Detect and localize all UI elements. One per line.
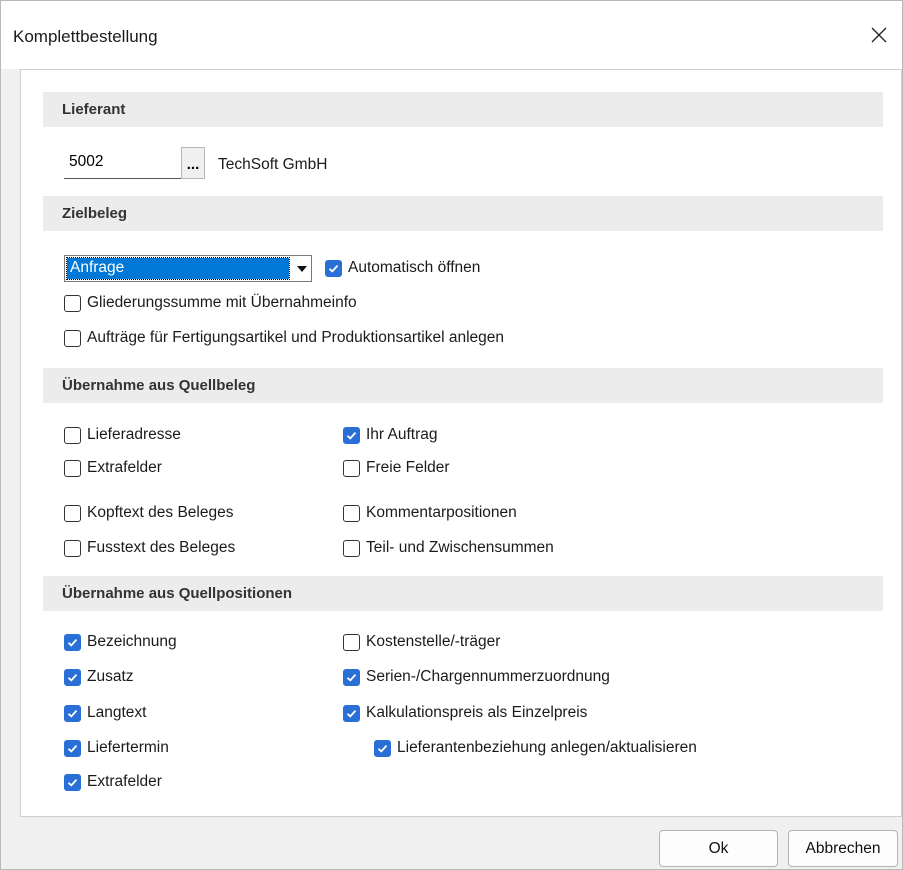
dialog-window: Komplettbestellung Lieferant 5002 ... Te… bbox=[0, 0, 903, 870]
checkbox-box bbox=[343, 459, 360, 477]
checkbox-lieferantenbeziehung[interactable]: Lieferantenbeziehung anlegen/aktualisier… bbox=[374, 739, 697, 757]
checkbox-label: Serien-/Chargennummerzuordnung bbox=[366, 668, 610, 685]
checkbox-label: Kommentarpositionen bbox=[366, 504, 517, 521]
checkbox-label: Extrafelder bbox=[87, 459, 162, 476]
window-title: Komplettbestellung bbox=[13, 27, 158, 46]
check-icon bbox=[67, 638, 78, 647]
check-icon bbox=[67, 778, 78, 787]
checkbox-kalkulationspreis[interactable]: Kalkulationspreis als Einzelpreis bbox=[343, 704, 587, 722]
checkbox-box bbox=[343, 668, 360, 686]
checkbox-label: Langtext bbox=[87, 704, 147, 721]
checkbox-zusatz[interactable]: Zusatz bbox=[64, 668, 134, 686]
target-document-select[interactable]: Anfrage bbox=[64, 255, 312, 282]
checkbox-label: Lieferantenbeziehung anlegen/aktualisier… bbox=[397, 739, 697, 756]
checkbox-box bbox=[64, 773, 81, 791]
checkbox-label: Lieferadresse bbox=[87, 426, 181, 443]
checkbox-box bbox=[64, 459, 81, 477]
checkbox-kopftext[interactable]: Kopftext des Beleges bbox=[64, 504, 234, 522]
checkbox-label: Liefertermin bbox=[87, 739, 169, 756]
check-icon bbox=[67, 744, 78, 753]
checkbox-ihr-auftrag[interactable]: Ihr Auftrag bbox=[343, 426, 438, 444]
checkbox-box bbox=[325, 259, 342, 277]
checkbox-box bbox=[64, 539, 81, 557]
checkbox-label: Kalkulationspreis als Einzelpreis bbox=[366, 704, 588, 721]
checkbox-serien-chargen[interactable]: Serien-/Chargennummerzuordnung bbox=[343, 668, 610, 686]
checkbox-label: Bezeichnung bbox=[87, 633, 177, 650]
check-icon bbox=[328, 264, 339, 273]
checkbox-box bbox=[64, 426, 81, 444]
ok-button[interactable]: Ok bbox=[659, 830, 778, 867]
check-icon bbox=[67, 673, 78, 682]
checkbox-liefertermin[interactable]: Liefertermin bbox=[64, 739, 169, 757]
checkbox-label: Gliederungssumme mit Übernahmeinfo bbox=[87, 294, 357, 311]
section-header-quellbeleg: Übernahme aus Quellbeleg bbox=[43, 368, 883, 403]
checkbox-bezeichnung[interactable]: Bezeichnung bbox=[64, 633, 177, 651]
checkbox-label: Ihr Auftrag bbox=[366, 426, 438, 443]
checkbox-extrafelder-position[interactable]: Extrafelder bbox=[64, 773, 162, 791]
close-button[interactable] bbox=[856, 15, 902, 55]
checkbox-kommentarpositionen[interactable]: Kommentarpositionen bbox=[343, 504, 517, 522]
cancel-button[interactable]: Abbrechen bbox=[788, 830, 898, 867]
checkbox-extrafelder-beleg[interactable]: Extrafelder bbox=[64, 459, 162, 477]
checkbox-box bbox=[64, 633, 81, 651]
supplier-name: TechSoft GmbH bbox=[218, 156, 328, 173]
checkbox-label: Extrafelder bbox=[87, 773, 162, 790]
section-header-quellpositionen: Übernahme aus Quellpositionen bbox=[43, 576, 883, 611]
checkbox-kostenstelle[interactable]: Kostenstelle/-träger bbox=[343, 633, 500, 651]
check-icon bbox=[346, 709, 357, 718]
section-header-zielbeleg: Zielbeleg bbox=[43, 196, 883, 231]
checkbox-label: Fusstext des Beleges bbox=[87, 539, 236, 556]
checkbox-auto-open[interactable]: Automatisch öffnen bbox=[325, 259, 480, 277]
checkbox-label: Teil- und Zwischensummen bbox=[366, 539, 554, 556]
checkbox-box bbox=[64, 704, 81, 722]
checkbox-box bbox=[64, 668, 81, 686]
checkbox-gliederungssumme[interactable]: Gliederungssumme mit Übernahmeinfo bbox=[64, 294, 357, 312]
checkbox-box bbox=[64, 329, 81, 347]
checkbox-box bbox=[343, 633, 360, 651]
supplier-lookup-button[interactable]: ... bbox=[181, 147, 205, 179]
checkbox-box bbox=[343, 539, 360, 557]
close-icon bbox=[871, 27, 887, 43]
check-icon bbox=[67, 709, 78, 718]
checkbox-freie-felder[interactable]: Freie Felder bbox=[343, 459, 450, 477]
supplier-number-input[interactable]: 5002 bbox=[64, 147, 182, 179]
checkbox-box bbox=[64, 294, 81, 312]
checkbox-label: Freie Felder bbox=[366, 459, 450, 476]
check-icon bbox=[346, 673, 357, 682]
checkbox-box bbox=[343, 426, 360, 444]
check-icon bbox=[377, 744, 388, 753]
checkbox-lieferadresse[interactable]: Lieferadresse bbox=[64, 426, 181, 444]
checkbox-fertigungsauftraege[interactable]: Aufträge für Fertigungsartikel und Produ… bbox=[64, 329, 504, 347]
checkbox-teilsummen[interactable]: Teil- und Zwischensummen bbox=[343, 539, 554, 557]
checkbox-label: Automatisch öffnen bbox=[348, 259, 481, 276]
checkbox-langtext[interactable]: Langtext bbox=[64, 704, 146, 722]
chevron-down-icon bbox=[296, 265, 307, 272]
checkbox-label: Zusatz bbox=[87, 668, 134, 685]
checkbox-box bbox=[64, 739, 81, 757]
checkbox-label: Aufträge für Fertigungsartikel und Produ… bbox=[87, 329, 505, 346]
checkbox-box bbox=[343, 704, 360, 722]
checkbox-box bbox=[343, 504, 360, 522]
dropdown-button[interactable] bbox=[291, 256, 312, 281]
checkbox-label: Kopftext des Beleges bbox=[87, 504, 234, 521]
title-bar: Komplettbestellung bbox=[1, 1, 902, 69]
target-document-value: Anfrage bbox=[66, 257, 290, 280]
check-icon bbox=[346, 431, 357, 440]
checkbox-box bbox=[374, 739, 391, 757]
checkbox-fusstext[interactable]: Fusstext des Beleges bbox=[64, 539, 235, 557]
checkbox-box bbox=[64, 504, 81, 522]
section-header-lieferant: Lieferant bbox=[43, 92, 883, 127]
checkbox-label: Kostenstelle/-träger bbox=[366, 633, 501, 650]
